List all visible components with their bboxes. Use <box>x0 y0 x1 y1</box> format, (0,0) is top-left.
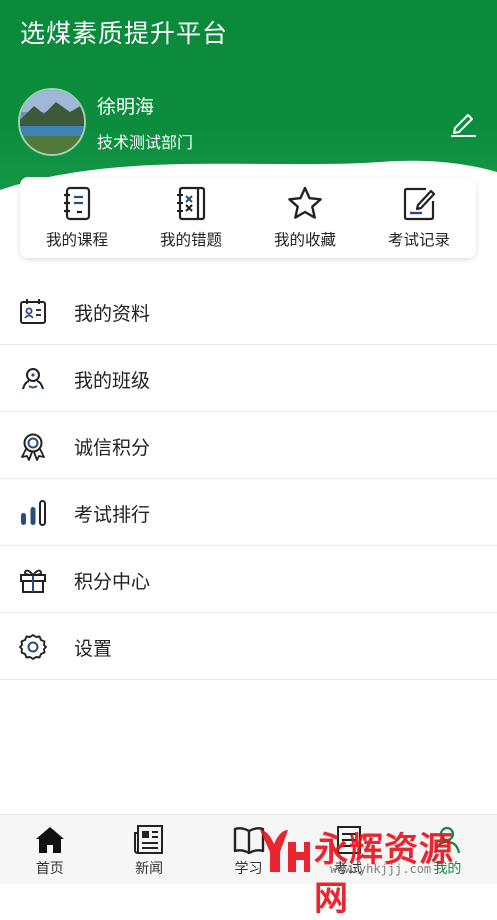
menu-item-points-center[interactable]: 积分中心 <box>0 546 497 613</box>
menu-list: 我的资料 我的班级 诚信积分 考试排行 积分中心 设置 <box>0 278 497 680</box>
star-icon <box>288 186 322 219</box>
menu-item-settings[interactable]: 设置 <box>0 613 497 680</box>
exam-record-icon <box>403 187 436 221</box>
quick-action-label: 我的课程 <box>45 231 108 249</box>
menu-item-label: 我的班级 <box>74 370 151 392</box>
edit-profile-button[interactable] <box>447 108 479 138</box>
pencil-icon <box>451 114 476 137</box>
menu-item-my-class[interactable]: 我的班级 <box>0 345 497 412</box>
wrong-questions-icon <box>177 186 206 221</box>
gear-icon <box>19 634 47 660</box>
user-name: 徐明海 <box>97 96 155 118</box>
tab-label: 学习 <box>234 861 263 877</box>
ranking-bars-icon <box>21 500 46 526</box>
bottom-tab-bar: 首页 新闻 学习 考试 我的 <box>0 814 497 884</box>
quick-action-wrong-questions[interactable]: 我的错题 <box>134 177 248 258</box>
menu-item-label: 我的资料 <box>74 303 151 325</box>
profile-card-icon <box>20 299 46 324</box>
menu-item-label: 设置 <box>74 638 113 660</box>
tab-label: 新闻 <box>135 861 164 877</box>
quick-actions-card: 我的课程 我的错题 我的收藏 考试记录 <box>20 177 476 258</box>
quick-action-favorites[interactable]: 我的收藏 <box>248 177 362 258</box>
badge-icon <box>21 433 45 461</box>
menu-item-integrity-points[interactable]: 诚信积分 <box>0 412 497 479</box>
tab-mine[interactable]: 我的 <box>398 815 497 884</box>
news-icon <box>134 825 164 854</box>
tab-label: 考试 <box>333 861 362 877</box>
home-icon <box>35 827 64 853</box>
user-department: 技术测试部门 <box>97 133 194 152</box>
gift-icon <box>20 569 46 593</box>
quick-action-label: 我的错题 <box>159 231 222 249</box>
user-icon <box>434 826 461 854</box>
tab-label: 首页 <box>35 861 64 877</box>
book-icon <box>233 827 264 855</box>
tab-home[interactable]: 首页 <box>0 815 99 884</box>
tab-label: 我的 <box>433 861 462 877</box>
quick-action-label: 考试记录 <box>387 231 450 249</box>
quick-action-exam-records[interactable]: 考试记录 <box>362 177 476 258</box>
app-title: 选煤素质提升平台 <box>20 19 229 48</box>
class-icon <box>22 368 44 390</box>
avatar[interactable] <box>18 88 86 156</box>
menu-item-label: 积分中心 <box>74 571 151 593</box>
menu-item-exam-ranking[interactable]: 考试排行 <box>0 479 497 546</box>
menu-item-label: 考试排行 <box>74 504 151 526</box>
tab-study[interactable]: 学习 <box>199 815 298 884</box>
course-icon <box>64 186 91 221</box>
exam-icon <box>336 826 361 854</box>
quick-action-label: 我的收藏 <box>273 231 336 249</box>
menu-item-label: 诚信积分 <box>74 437 151 459</box>
quick-action-courses[interactable]: 我的课程 <box>20 177 134 258</box>
tab-news[interactable]: 新闻 <box>99 815 198 884</box>
tab-exam[interactable]: 考试 <box>298 815 397 884</box>
menu-item-my-profile[interactable]: 我的资料 <box>0 278 497 345</box>
